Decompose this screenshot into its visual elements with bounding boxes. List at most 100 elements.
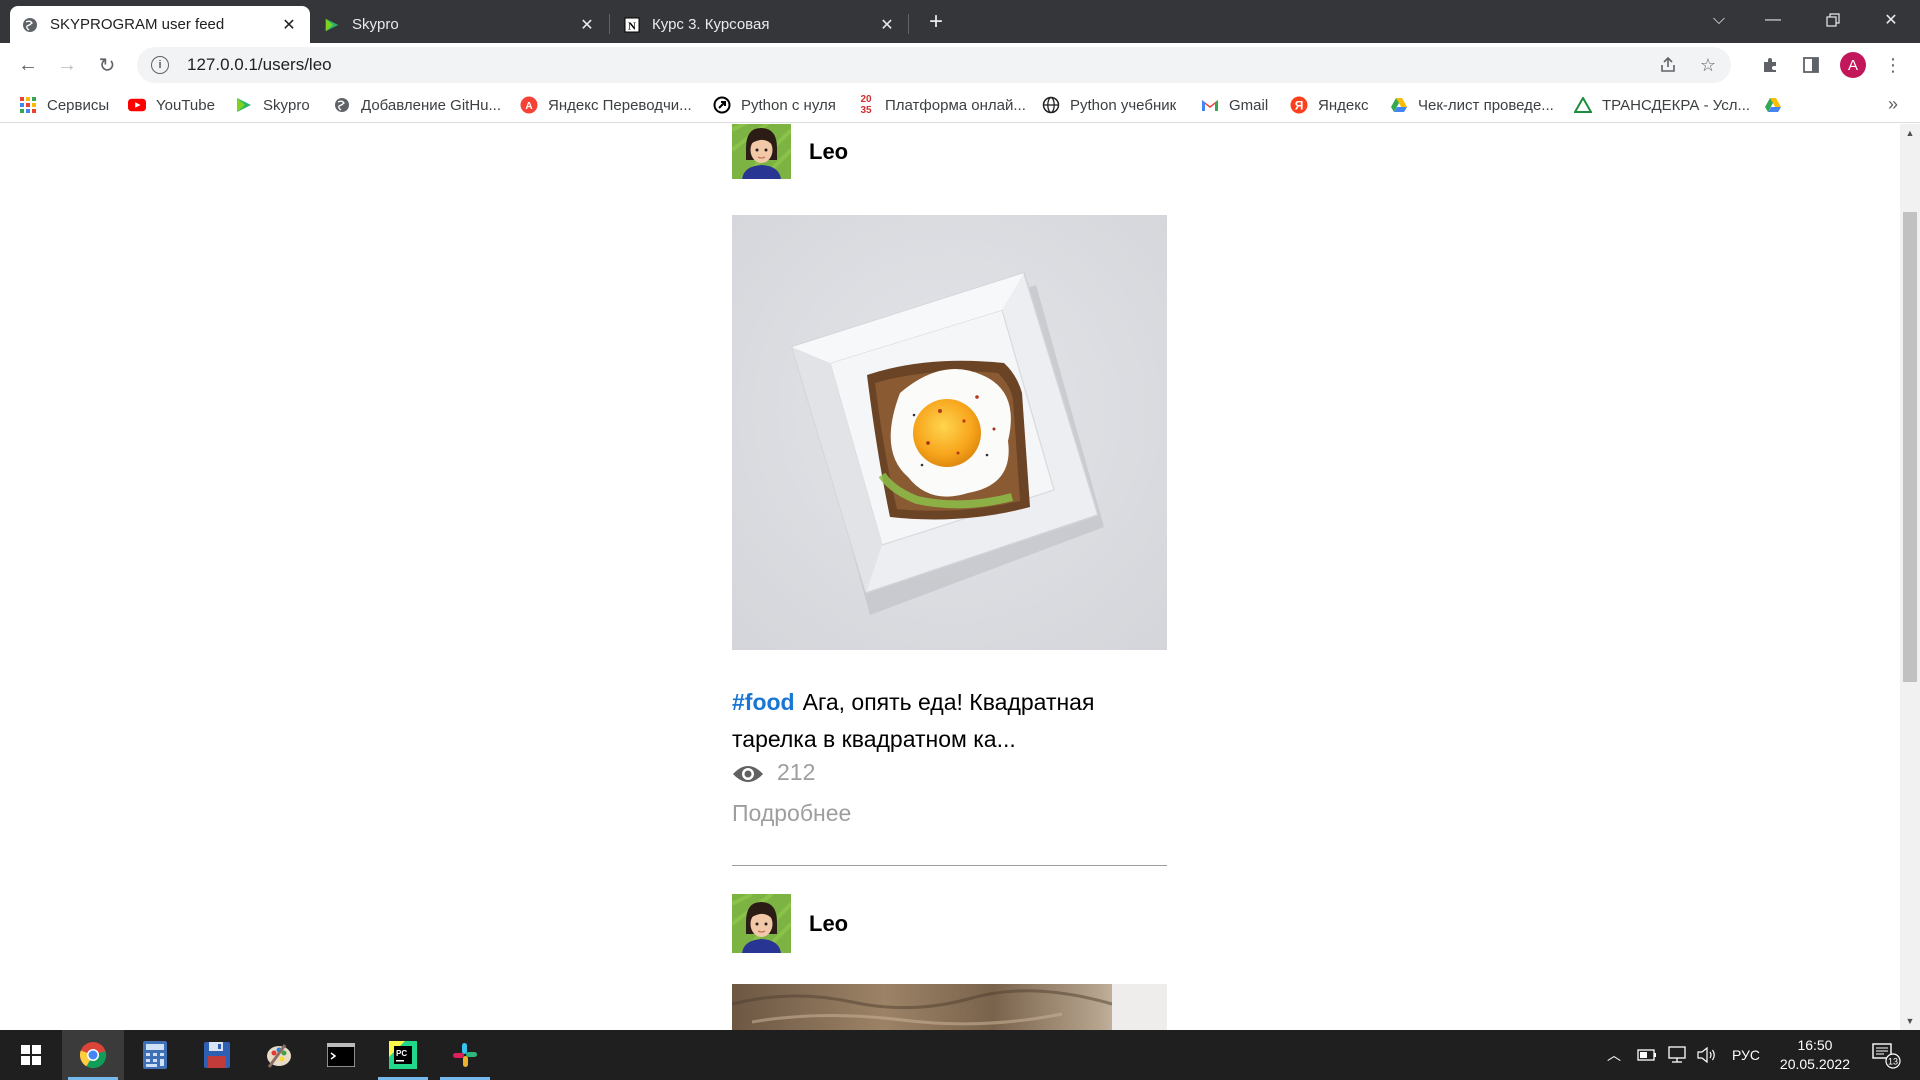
clock-date: 20.05.2022 (1779, 1056, 1850, 1072)
post-hashtag[interactable]: #food (732, 689, 795, 715)
bookmark-github[interactable]: Добавление GitHu... (333, 95, 501, 115)
page-scrollbar[interactable]: ▲ ▼ (1900, 124, 1920, 1030)
reload-icon[interactable]: ↻ (91, 49, 123, 81)
post-header: Leo (732, 894, 848, 953)
skypro-play-icon (235, 96, 253, 114)
translate-icon: A (520, 96, 538, 114)
bookmark-skypro[interactable]: Skypro (235, 95, 310, 115)
bookmark-yandex[interactable]: Я Яндекс (1290, 95, 1368, 115)
bookmark-platforma[interactable]: 20 35 Платформа онлай... (857, 94, 1025, 116)
bookmark-transdekra[interactable]: ТРАНСДЕКРА - Усл... (1574, 95, 1750, 115)
tab-separator (609, 14, 610, 34)
google-drive-icon (1574, 96, 1592, 114)
forward-arrow-icon[interactable]: → (51, 49, 83, 81)
bookmarks-bar: Сервисы YouTube Skypro Добавление GitHu.… (0, 87, 1920, 123)
close-tab-icon[interactable]: ✕ (578, 16, 596, 34)
volume-icon[interactable] (1694, 1030, 1720, 1080)
post-views: 212 (732, 759, 815, 786)
tab-separator (908, 14, 909, 34)
browser-menu-icon[interactable]: ⋮ (1878, 50, 1908, 80)
bookmark-gmail[interactable]: Gmail (1201, 95, 1268, 115)
post-header: Leo (732, 124, 848, 179)
tab-kurs-3[interactable]: N Курс 3. Курсовая ✕ (612, 6, 908, 43)
svg-text:PC: PC (396, 1049, 407, 1058)
post-photo[interactable] (732, 984, 1167, 1030)
tab-title: Курс 3. Курсовая (652, 16, 770, 33)
tab-skyprogram-user-feed[interactable]: SKYPROGRAM user feed ✕ (10, 6, 310, 43)
window-close-icon[interactable]: ✕ (1864, 0, 1918, 40)
extensions-puzzle-icon[interactable] (1756, 50, 1786, 80)
eye-icon (732, 763, 764, 783)
back-arrow-icon[interactable]: ← (12, 49, 44, 81)
scroll-down-arrow-icon[interactable]: ▼ (1905, 1016, 1915, 1026)
svg-text:Я: Я (1295, 99, 1304, 113)
tray-overflow-chevron-icon[interactable]: ︿ (1602, 1030, 1626, 1080)
bookmark-label: ТРАНСДЕКРА - Усл... (1602, 96, 1751, 114)
new-tab-button[interactable]: + (922, 8, 950, 36)
tab-skypro[interactable]: Skypro ✕ (312, 6, 608, 43)
pycharm-icon[interactable]: PC (372, 1030, 434, 1080)
bookmark-label: Добавление GitHu... (361, 96, 501, 114)
post-divider (732, 865, 1167, 866)
post-photo[interactable] (732, 215, 1167, 650)
bookmark-label: Python с нуля (741, 96, 836, 114)
chrome-icon[interactable] (62, 1030, 124, 1080)
tab-search-chevron-icon[interactable]: ⌵ (1692, 0, 1746, 40)
page-viewport: Leo #food Ага, опять еда! Квадратная тар… (0, 124, 1900, 1030)
input-language[interactable]: РУС (1728, 1030, 1764, 1080)
google-drive-icon (1390, 96, 1408, 114)
bookmark-label: Яндекс Переводчи... (548, 96, 692, 114)
post-view-count: 212 (777, 759, 816, 785)
restore-icon[interactable] (1806, 0, 1860, 40)
bookmark-python-s-nulya[interactable]: Python с нуля (713, 95, 836, 115)
gmail-icon (1201, 96, 1219, 114)
calculator-icon[interactable] (124, 1030, 186, 1080)
clock-time: 16:50 (1797, 1037, 1833, 1053)
profile-avatar-button[interactable]: A (1838, 50, 1868, 80)
network-icon[interactable] (1664, 1030, 1690, 1080)
scrollbar-thumb[interactable] (1903, 212, 1917, 682)
system-clock[interactable]: 16:50 20.05.2022 (1780, 1036, 1850, 1074)
minimize-icon[interactable]: — (1746, 0, 1800, 40)
share-icon[interactable] (1657, 54, 1679, 76)
post-author-name[interactable]: Leo (809, 911, 848, 937)
terminal-icon[interactable] (310, 1030, 372, 1080)
notification-count: 13 (1888, 1057, 1898, 1067)
avatar[interactable] (732, 124, 791, 179)
paint-icon[interactable] (248, 1030, 310, 1080)
side-panel-icon[interactable] (1796, 50, 1826, 80)
profile-initial: A (1840, 52, 1866, 78)
yandex-icon: Я (1290, 96, 1308, 114)
save-floppy-icon[interactable] (186, 1030, 248, 1080)
bookmark-label: Сервисы (47, 96, 110, 114)
slack-icon[interactable] (434, 1030, 496, 1080)
bookmark-python-uchebnik[interactable]: Python учебник (1042, 95, 1176, 115)
notification-center-icon[interactable]: 13 (1866, 1030, 1906, 1080)
bookmark-label: Gmail (1229, 96, 1269, 114)
bookmark-label: Skypro (263, 96, 310, 114)
windows-start-icon[interactable] (0, 1030, 62, 1080)
avatar[interactable] (732, 894, 791, 953)
address-bar[interactable]: i 127.0.0.1/users/leo ☆ (137, 47, 1731, 83)
scroll-up-arrow-icon[interactable]: ▲ (1905, 128, 1915, 138)
close-tab-icon[interactable]: ✕ (280, 16, 298, 34)
bookmark-drive[interactable] (1764, 95, 1792, 115)
post-caption: #food Ага, опять еда! Квадратная тарелка … (732, 684, 1167, 758)
read-more-link[interactable]: Подробнее (732, 800, 851, 827)
apps-grid-icon (19, 96, 37, 114)
svg-text:N: N (628, 20, 636, 32)
bookmark-servisy[interactable]: Сервисы (19, 95, 109, 115)
site-info-icon[interactable]: i (151, 56, 169, 74)
post-author-name[interactable]: Leo (809, 139, 848, 165)
bookmarks-overflow-chevron-icon[interactable]: » (1888, 94, 1898, 115)
bookmark-yandex-translate[interactable]: A Яндекс Переводчи... (520, 95, 692, 115)
bookmark-star-icon[interactable]: ☆ (1697, 54, 1719, 76)
battery-icon[interactable] (1634, 1030, 1660, 1080)
google-drive-icon (1764, 96, 1782, 114)
bookmark-youtube[interactable]: YouTube (128, 95, 215, 115)
close-tab-icon[interactable]: ✕ (878, 16, 896, 34)
globe-icon (1042, 96, 1060, 114)
tab-title: SKYPROGRAM user feed (50, 16, 225, 33)
bookmark-check-list[interactable]: Чек-лист проведе... (1390, 95, 1554, 115)
browser-toolbar: ← → ↻ i 127.0.0.1/users/leo ☆ A ⋮ (0, 43, 1920, 87)
